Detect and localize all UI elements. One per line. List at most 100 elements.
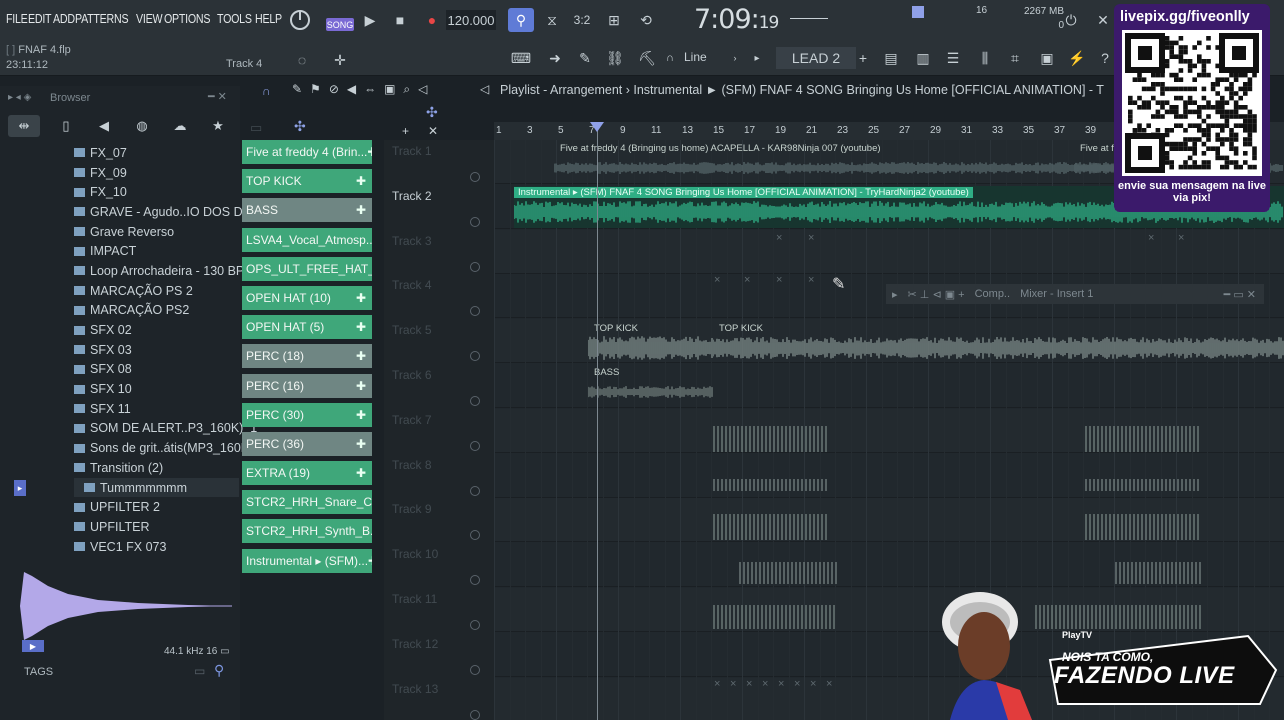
browser-speaker-tab-icon[interactable]: ◀ [92,115,116,137]
drag-pattern-icon[interactable]: ✚ [356,174,366,188]
track-label[interactable]: Track 1 [392,144,432,158]
browser-item[interactable]: SFX 11 [74,399,239,419]
browser-window-controls[interactable]: ━ ✕ [208,90,227,103]
pattern-selector[interactable]: LEAD 2 [776,47,856,69]
track-label[interactable]: Track 5 [392,323,432,337]
track-label[interactable]: Track 3 [392,234,432,248]
browser-item[interactable]: Tummmmmmm [74,477,239,498]
picker-item[interactable]: TOP KICK ✚ [242,169,372,194]
drag-pattern-icon[interactable]: ✚ [356,466,366,480]
playlist-window-icon[interactable]: ▤ [880,46,902,70]
picker-item[interactable]: BASS ✚ [242,198,372,223]
track-mute-toggle[interactable] [470,664,480,675]
browser-item[interactable]: FX_07 [74,143,239,163]
perc-pattern[interactable] [1084,506,1202,548]
remove-track-icon[interactable]: ✕ [428,124,438,138]
arrow-right-icon[interactable]: ➜ [544,46,566,70]
track-lane[interactable] [494,229,1284,274]
add-track-icon[interactable]: + [402,124,409,138]
master-pitch-slider[interactable] [790,18,828,19]
picker-item[interactable]: EXTRA (19) ✚ [242,461,372,486]
countdown-icon[interactable]: 3:2 [570,8,594,32]
browser-icon[interactable]: ▣ [1036,46,1058,70]
menu-edit[interactable]: EDIT [28,11,52,26]
browser-item[interactable]: SFX 10 [74,379,239,399]
channel-rack-icon[interactable]: ☰ [942,46,964,70]
plugin-picker-icon[interactable]: ⚡ [1066,46,1088,70]
loop-record-icon[interactable]: ⟲ [634,8,658,32]
step-edit-icon[interactable]: ⊞ [602,8,626,32]
playlist-tools-icons[interactable]: ✎⚑⊘◀⇔▣⌕◁ [292,82,435,97]
mixer-tools-icons[interactable]: ✂ ⊥ ⊲ ▣ + [908,288,965,301]
track-label[interactable]: Track 11 [392,592,437,606]
track-label[interactable]: Track 7 [392,413,432,427]
synth-pattern[interactable] [712,596,838,638]
picker-item[interactable]: STCR2_HRH_Snare_C...✚ [242,490,372,515]
snare-pattern[interactable] [738,552,838,594]
picker-item[interactable]: Five at freddy 4 (Brin...✚ [242,140,372,164]
track-label[interactable]: Track 9 [392,502,432,516]
browser-item[interactable]: Transition (2) [74,458,239,478]
drag-pattern-icon[interactable]: ✚ [356,379,366,393]
track-mute-toggle[interactable] [470,351,480,362]
snare-pattern[interactable] [1114,552,1204,594]
browser-item[interactable]: FX_10 [74,182,239,202]
track-mute-toggle[interactable] [470,709,480,720]
picker-item[interactable]: PERC (36) ✚ [242,431,372,456]
menu-file[interactable]: FILE [6,11,28,26]
pattern-prev-icon[interactable]: ▸ [750,46,764,70]
hat-pattern[interactable] [712,418,830,460]
picker-item[interactable]: PERC (18) ✚ [242,344,372,369]
drag-pattern-icon[interactable]: ✚ [367,145,372,159]
topkick-clip[interactable]: TOP KICK [588,322,713,364]
mixer-arrow-icon[interactable]: ▸ [892,288,898,301]
menu-patterns[interactable]: PATTERNS [75,11,129,26]
close-icon[interactable]: ✕ [1094,8,1112,32]
stop-button[interactable]: ■ [392,8,408,32]
picker-item[interactable]: LSVA4_Vocal_Atmosp...✚ [242,227,372,252]
menu-add[interactable]: ADD [53,11,75,26]
magnet-icon[interactable]: ∩ [662,46,678,70]
hat-pattern[interactable] [1084,418,1202,460]
perc-pattern[interactable] [712,506,830,548]
browser-item[interactable]: Grave Reverso [74,222,239,242]
keyboard-icon[interactable]: ⌨ [510,46,532,70]
perc-pattern[interactable] [1084,464,1202,506]
tag-folder-icon[interactable]: ▭ [194,664,205,678]
track-mute-toggle[interactable] [470,575,480,586]
drag-pattern-icon[interactable]: ✚ [356,349,366,363]
metronome-button[interactable]: ⚲ [508,8,534,32]
browser-item[interactable]: SFX 02 [74,320,239,340]
browser-item[interactable]: Sons de grit..átis(MP3_160K) [74,438,253,458]
browser-item[interactable]: SFX 08 [74,360,239,380]
browser-cloud-tab-icon[interactable]: ☁ [168,115,192,137]
picker-item[interactable]: STCR2_HRH_Synth_B...✚ [242,519,372,544]
snap-selector[interactable]: Line [684,50,707,64]
track-label[interactable]: Track 13 [392,682,438,696]
picker-grid-icon[interactable]: ▭ [250,120,262,136]
track-label[interactable]: Track 4 [392,278,432,292]
picker-item[interactable]: Instrumental ▸ (SFM)...✚ [242,548,372,573]
track-mute-toggle[interactable] [470,216,480,227]
browser-item[interactable]: MARCAÇÃO PS 2 [74,281,239,301]
power-icon[interactable]: ⏻ [1060,8,1082,32]
track-label[interactable]: Track 12 [392,637,438,651]
pitch-knob-icon[interactable]: ✛ [332,48,348,72]
browser-item[interactable]: UPFILTER 2 [74,497,239,517]
plugin-icon[interactable]: ⌗ [1004,46,1026,70]
topkick-clip-2[interactable]: TOP KICK [713,322,1284,364]
browser-item[interactable]: UPFILTER [74,517,239,537]
preview-play-icon[interactable]: ▶ [22,640,44,652]
drag-pattern-icon[interactable]: ✚ [356,203,366,217]
browser-all-tab-icon[interactable]: ⇹ [8,115,40,137]
menu-options[interactable]: OPTIONS [164,11,211,26]
pencil-icon[interactable]: ✎ [574,46,596,70]
playhead[interactable] [597,122,598,720]
picker-item[interactable]: OPS_ULT_FREE_HAT_...✚ [242,256,372,281]
track-label[interactable]: Track 8 [392,458,432,472]
wait-input-icon[interactable]: ⧖ [540,8,564,32]
menu-help[interactable]: HELP [255,11,282,26]
track-mute-toggle[interactable] [470,620,480,630]
browser-item[interactable]: SFX 03 [74,340,239,360]
browser-collapse-icon[interactable]: ▸ [14,480,26,496]
